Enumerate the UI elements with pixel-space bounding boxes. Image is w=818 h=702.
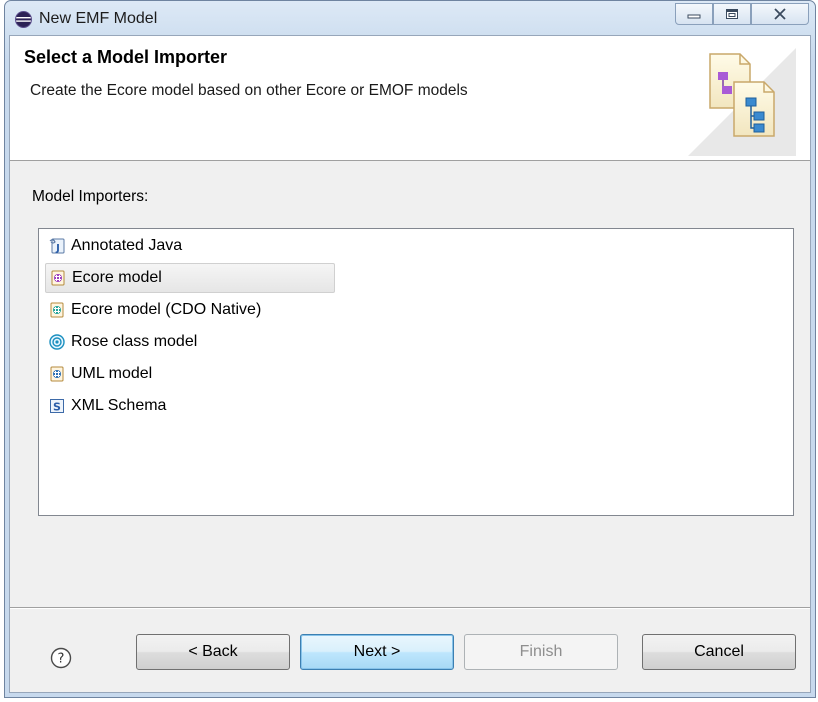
- list-item-ecore-cdo-native[interactable]: Ecore model (CDO Native): [45, 295, 267, 325]
- back-button[interactable]: < Back: [136, 634, 290, 670]
- window-controls: [675, 3, 809, 25]
- ecore-model-icon: [51, 270, 65, 286]
- list-item-rose-class-model[interactable]: Rose class model: [45, 327, 203, 357]
- list-item-label: Annotated Java: [71, 237, 183, 254]
- cancel-button[interactable]: Cancel: [642, 634, 796, 670]
- minimize-button[interactable]: [675, 3, 713, 25]
- dialog-window: New EMF Model Select a Model Importer Cr…: [4, 0, 816, 698]
- list-item-ecore-model[interactable]: Ecore model: [45, 263, 335, 293]
- list-item-label: Rose class model: [71, 333, 198, 350]
- page-title: Select a Model Importer: [24, 47, 228, 67]
- wizard-header: Select a Model Importer Create the Ecore…: [10, 36, 810, 161]
- footer-separator: [10, 607, 810, 609]
- maximize-icon: [726, 9, 738, 19]
- svg-text:J: J: [55, 243, 60, 254]
- dialog-client-area: Select a Model Importer Create the Ecore…: [9, 35, 811, 693]
- maximize-button[interactable]: [713, 3, 751, 25]
- minimize-icon: [687, 14, 701, 19]
- list-item-uml-model[interactable]: UML model: [45, 359, 158, 389]
- xml-schema-icon: S: [50, 399, 64, 414]
- rose-icon: [49, 334, 65, 350]
- title-bar[interactable]: New EMF Model: [5, 1, 815, 35]
- next-button[interactable]: Next >: [300, 634, 454, 670]
- help-icon[interactable]: ?: [50, 647, 72, 669]
- close-icon: [774, 8, 786, 20]
- list-item-label: UML model: [71, 365, 153, 382]
- svg-text:?: ?: [58, 652, 65, 667]
- finish-button[interactable]: Finish: [464, 634, 618, 670]
- list-item-label: XML Schema: [71, 397, 167, 414]
- list-item-xml-schema[interactable]: S XML Schema: [45, 391, 172, 421]
- svg-text:S: S: [53, 401, 61, 414]
- model-importers-list[interactable]: J Annotated Java Ecore model Ecore model…: [38, 228, 794, 516]
- annotated-java-icon: J: [49, 238, 65, 254]
- list-item-label: Ecore model (CDO Native): [71, 301, 262, 318]
- model-importers-label: Model Importers:: [32, 188, 149, 205]
- eclipse-icon: [15, 11, 32, 28]
- list-item-annotated-java[interactable]: J Annotated Java: [45, 231, 188, 261]
- wizard-banner-icon: [688, 48, 796, 156]
- ecore-cdo-icon: [50, 302, 64, 318]
- page-description: Create the Ecore model based on other Ec…: [30, 82, 468, 99]
- list-item-label: Ecore model: [72, 269, 162, 286]
- window-title: New EMF Model: [39, 10, 158, 27]
- uml-icon: [50, 366, 64, 382]
- close-button[interactable]: [751, 3, 809, 25]
